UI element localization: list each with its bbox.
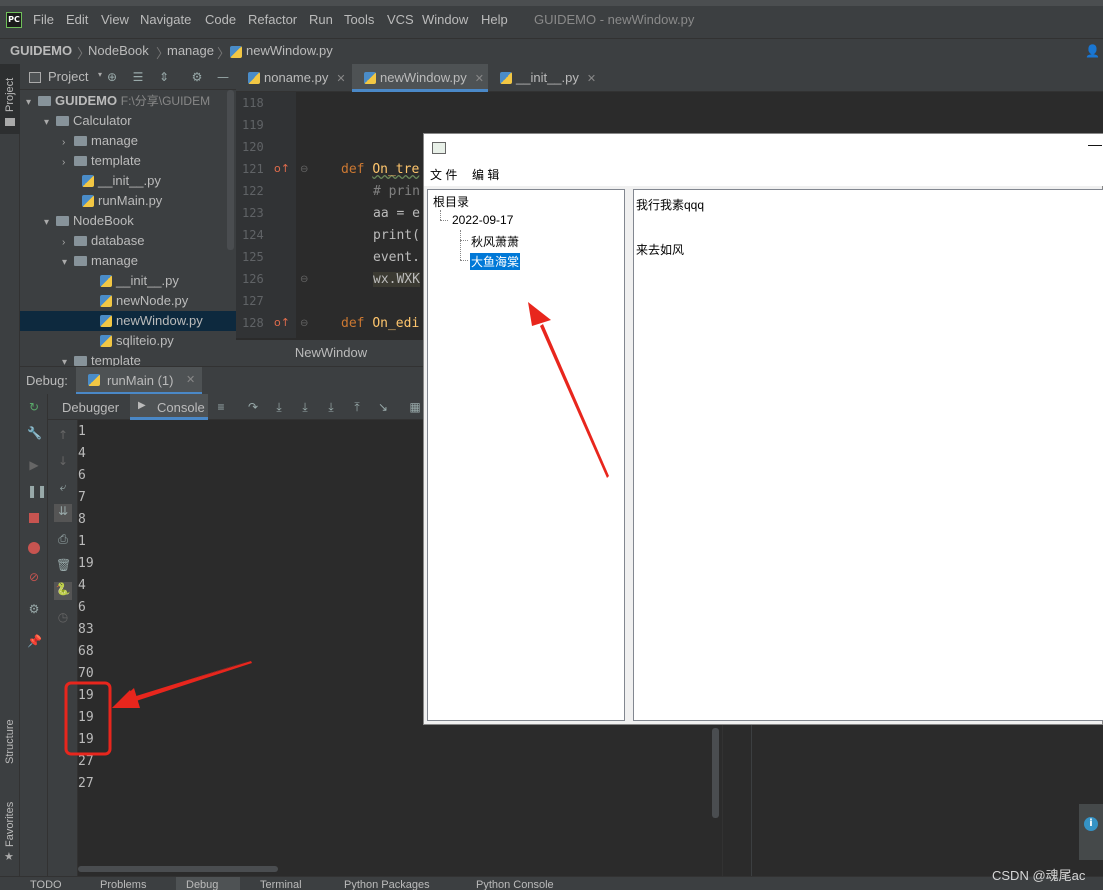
arrow-to-tree-head xyxy=(528,302,551,326)
highlight-box xyxy=(64,681,112,756)
arrow-shaft xyxy=(128,661,252,703)
annotation-layer xyxy=(64,302,609,756)
arrow-head xyxy=(112,688,140,708)
arrow-to-tree-shaft xyxy=(540,324,609,478)
